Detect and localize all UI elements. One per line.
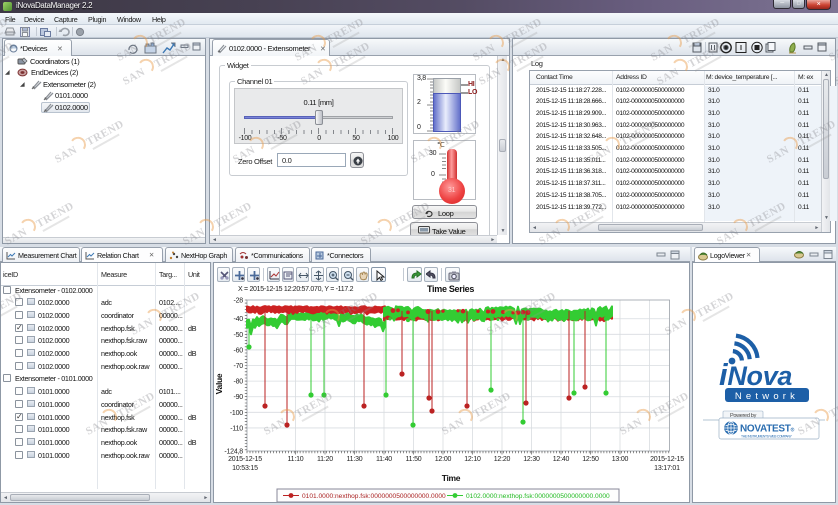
svg-text:-90: -90 — [233, 394, 243, 401]
svg-text:NOVATEST®: NOVATEST® — [740, 424, 795, 435]
svg-text:-28: -28 — [233, 298, 243, 305]
svg-text:2015-12-15: 2015-12-15 — [228, 456, 262, 463]
svg-text:iNova: iNova — [719, 357, 792, 392]
svg-text:11:30: 11:30 — [347, 456, 363, 463]
svg-text:-40: -40 — [233, 316, 243, 323]
svg-text:12:40: 12:40 — [553, 456, 570, 463]
svg-text:-80: -80 — [233, 379, 243, 386]
svg-text:12:30: 12:30 — [523, 456, 540, 463]
svg-text:-50: -50 — [233, 332, 243, 339]
svg-text:2015-12-15: 2015-12-15 — [650, 456, 684, 463]
svg-text:Network: Network — [735, 391, 799, 402]
svg-text:11:10: 11:10 — [288, 456, 304, 463]
svg-text:12:20: 12:20 — [494, 456, 511, 463]
svg-text:-110: -110 — [230, 425, 243, 432]
svg-text:-124,8: -124,8 — [224, 449, 243, 456]
svg-text:THE INSTRUMENTS WEB COMPANY: THE INSTRUMENTS WEB COMPANY — [741, 435, 793, 439]
svg-text:12:00: 12:00 — [435, 456, 452, 463]
svg-text:12:50: 12:50 — [582, 456, 599, 463]
svg-text:-60: -60 — [233, 347, 243, 354]
svg-text:Time: Time — [442, 473, 461, 483]
svg-text:-70: -70 — [233, 363, 243, 370]
svg-text:10:53:15: 10:53:15 — [232, 465, 258, 472]
svg-text:13:17:01: 13:17:01 — [654, 465, 680, 472]
svg-text:11:40: 11:40 — [376, 456, 392, 463]
svg-text:11:20: 11:20 — [317, 456, 333, 463]
svg-text:-100: -100 — [230, 410, 244, 417]
svg-text:11:50: 11:50 — [406, 456, 422, 463]
svg-text:13:00: 13:00 — [612, 456, 629, 463]
svg-text:0102.0000:nexthop.fsk:00000005: 0102.0000:nexthop.fsk:0000000500000000.0… — [466, 493, 610, 500]
svg-text:0101.0000:nexthop.fsk:00000005: 0101.0000:nexthop.fsk:0000000500000000.0… — [302, 493, 446, 500]
svg-text:Value: Value — [214, 373, 224, 394]
svg-text:12:10: 12:10 — [464, 456, 481, 463]
